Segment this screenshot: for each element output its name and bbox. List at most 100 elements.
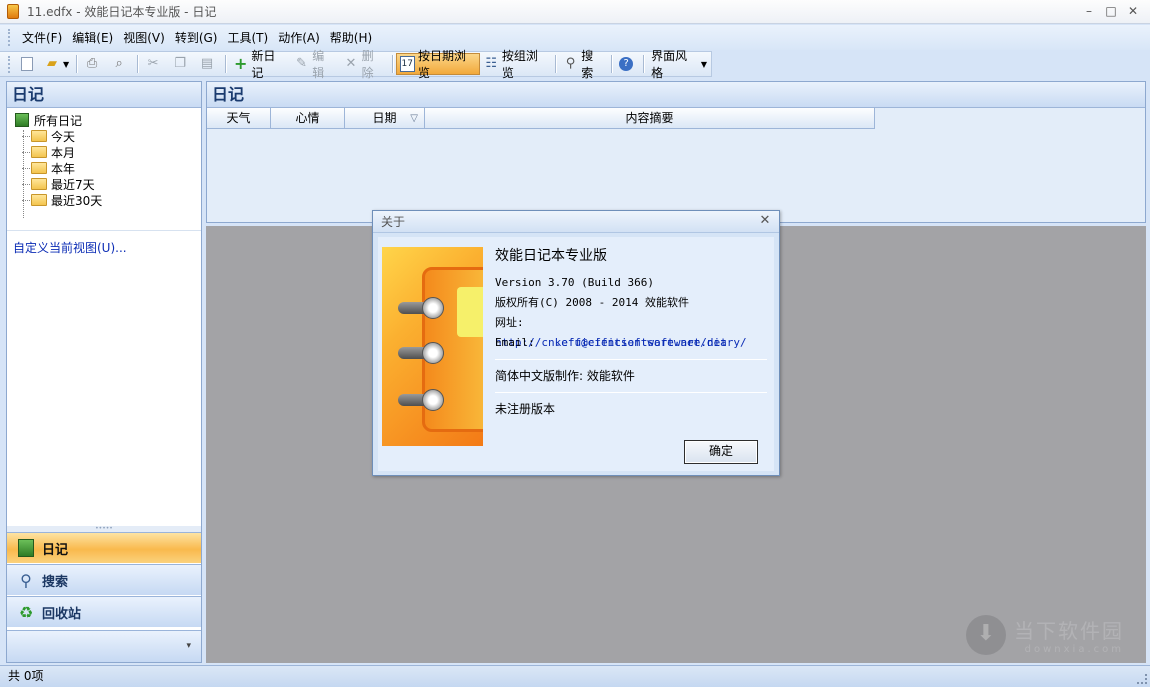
group-tree-icon: ☷ [485,56,497,71]
divider [495,359,767,360]
ok-button[interactable]: 确定 [684,440,758,464]
customize-view-link[interactable]: 自定义当前视图(U)... [7,231,201,256]
folder-icon [31,194,47,206]
website-row: 网址: http://cn.efficientsoftware.net/diar… [495,316,747,349]
localization-text: 简体中文版制作: 效能软件 [495,369,635,383]
registration-status: 未注册版本 [495,402,556,416]
minimize-button[interactable]: – [1078,3,1100,20]
list-column-header: 天气 心情 日期 ▽ 内容摘要 [207,108,875,129]
copyright-text: 版权所有(C) 2008 - 2014 效能软件 [495,296,689,309]
calendar-icon: 17 [399,56,415,72]
menu-tools[interactable]: 工具(T) [222,29,273,46]
status-count: 共 0项 [8,669,44,683]
about-dialog-titlebar: 关于 ✕ [373,211,779,233]
paste-button[interactable]: ▤ [195,53,222,75]
menu-grip[interactable] [8,29,11,46]
tree-item-this-month[interactable]: 本月 [22,144,201,160]
menu-file[interactable]: 文件(F) [17,29,67,46]
print-button[interactable]: ⎙ [80,53,107,75]
search-icon: ⚲ [565,56,576,71]
scissors-icon: ✂ [147,56,159,71]
email-row: Email: kefu@efficientsoftware.net [495,336,727,349]
recycle-bin-icon: ♻ [18,602,34,622]
print-icon: ⎙ [86,56,98,71]
delete-button[interactable]: ✕ 删除 [339,49,388,80]
download-arrow-icon: ⬇ [966,615,1006,655]
watermark: ⬇ 当下软件园 downxia.com [966,615,1124,655]
folder-icon [31,178,47,190]
print-preview-icon: ⌕ [115,56,123,71]
about-dialog-body: 效能日记本专业版 Version 3.70 (Build 366) 版权所有(C… [378,237,774,471]
dropdown-arrow-icon: ▼ [62,59,70,69]
about-dialog: 关于 ✕ 效能日记本专业版 Version 3.70 (Build 366) 版… [372,210,780,476]
pencil-icon: ✎ [296,56,308,71]
left-panel: 日记 所有日记 今天 本月 本年 最近7天 最近30天 自定义当前视图(U)..… [6,81,202,663]
toolbar: ▰ ▼ ⎙ ⌕ ✂ ❐ ▤ + 新日记 ✎ 编辑 ✕ 删除 17 按日期浏览 ☷ 按组浏览 … [0,49,712,80]
open-button[interactable]: ▰ ▼ [40,53,73,75]
folder-icon [31,162,47,174]
copy-button[interactable]: ❐ [168,53,195,75]
app-icon [7,4,19,19]
resize-grip[interactable] [1137,674,1147,684]
tree-item-this-year[interactable]: 本年 [22,160,201,176]
version-text: Version 3.70 (Build 366) [495,276,654,289]
diary-list-panel: 日记 天气 心情 日期 ▽ 内容摘要 [206,81,1146,223]
status-bar: 共 0项 [0,665,1150,687]
menu-bar: 文件(F) 编辑(E) 视图(V) 转到(G) 工具(T) 动作(A) 帮助(H… [0,25,1150,50]
tree-item-today[interactable]: 今天 [22,128,201,144]
right-panel-header: 日记 [207,82,1145,108]
menu-action[interactable]: 动作(A) [273,29,325,46]
tree-item-last-7-days[interactable]: 最近7天 [22,176,201,192]
diary-tree: 所有日记 今天 本月 本年 最近7天 最近30天 [7,108,201,231]
diary-icon [15,537,37,559]
open-folder-icon: ▰ [46,56,57,71]
about-close-button[interactable]: ✕ [757,213,773,229]
column-weather[interactable]: 天气 [207,108,271,129]
help-icon: ? [619,57,634,71]
email-link[interactable]: kefu@efficientsoftware.net [555,336,727,349]
magnifier-icon: ⚲ [20,570,32,590]
maximize-button[interactable]: □ [1100,3,1122,20]
browse-by-date-button[interactable]: 17 按日期浏览 [395,49,480,80]
close-button[interactable]: ✕ [1122,3,1144,20]
folder-icon [31,130,47,142]
dropdown-arrow-icon: ▼ [700,59,708,69]
notebook-illustration [382,247,483,446]
print-preview-button[interactable]: ⌕ [107,53,134,75]
theme-dropdown[interactable]: 界面风格 ▼ [647,49,711,80]
about-info: 效能日记本专业版 Version 3.70 (Build 366) 版权所有(C… [495,245,767,419]
paste-icon: ▤ [200,56,214,71]
new-file-button[interactable] [17,53,40,75]
toolbar-grip[interactable] [8,55,11,73]
tree-root-all-diaries[interactable]: 所有日记 [15,112,201,128]
divider [495,392,767,393]
nav-diary-button[interactable]: 日记 [7,532,201,563]
nav-more-button[interactable]: ▾ [7,630,201,662]
copy-icon: ❐ [174,56,186,71]
search-button[interactable]: ⚲ 搜索 [559,49,608,80]
delete-x-icon: ✕ [345,56,357,71]
cut-button[interactable]: ✂ [141,53,168,75]
column-mood[interactable]: 心情 [271,108,345,129]
menu-edit[interactable]: 编辑(E) [67,29,118,46]
column-date[interactable]: 日期 ▽ [345,108,425,129]
menu-goto[interactable]: 转到(G) [170,29,223,46]
tree-item-last-30-days[interactable]: 最近30天 [22,192,201,208]
nav-search-button[interactable]: ⚲ 搜索 [7,564,201,595]
left-panel-header: 日记 [7,82,201,108]
column-summary[interactable]: 内容摘要 [425,108,875,129]
product-name: 效能日记本专业版 [495,248,607,264]
edit-button[interactable]: ✎ 编辑 [290,49,339,80]
menu-help[interactable]: 帮助(H) [325,29,377,46]
title-bar: 11.edfx - 效能日记本专业版 - 日记 – □ ✕ [0,0,1150,24]
new-diary-button[interactable]: + 新日记 [229,49,290,80]
nav-recycle-bin-button[interactable]: ♻ 回收站 [7,596,201,627]
menu-view[interactable]: 视图(V) [118,29,170,46]
folder-icon [31,146,47,158]
plus-icon: + [234,54,248,73]
help-button[interactable]: ? [615,53,640,75]
book-icon [15,113,29,127]
sort-descending-icon: ▽ [410,113,418,124]
new-file-icon [20,57,33,71]
browse-by-group-button[interactable]: ☷ 按组浏览 [480,49,552,80]
